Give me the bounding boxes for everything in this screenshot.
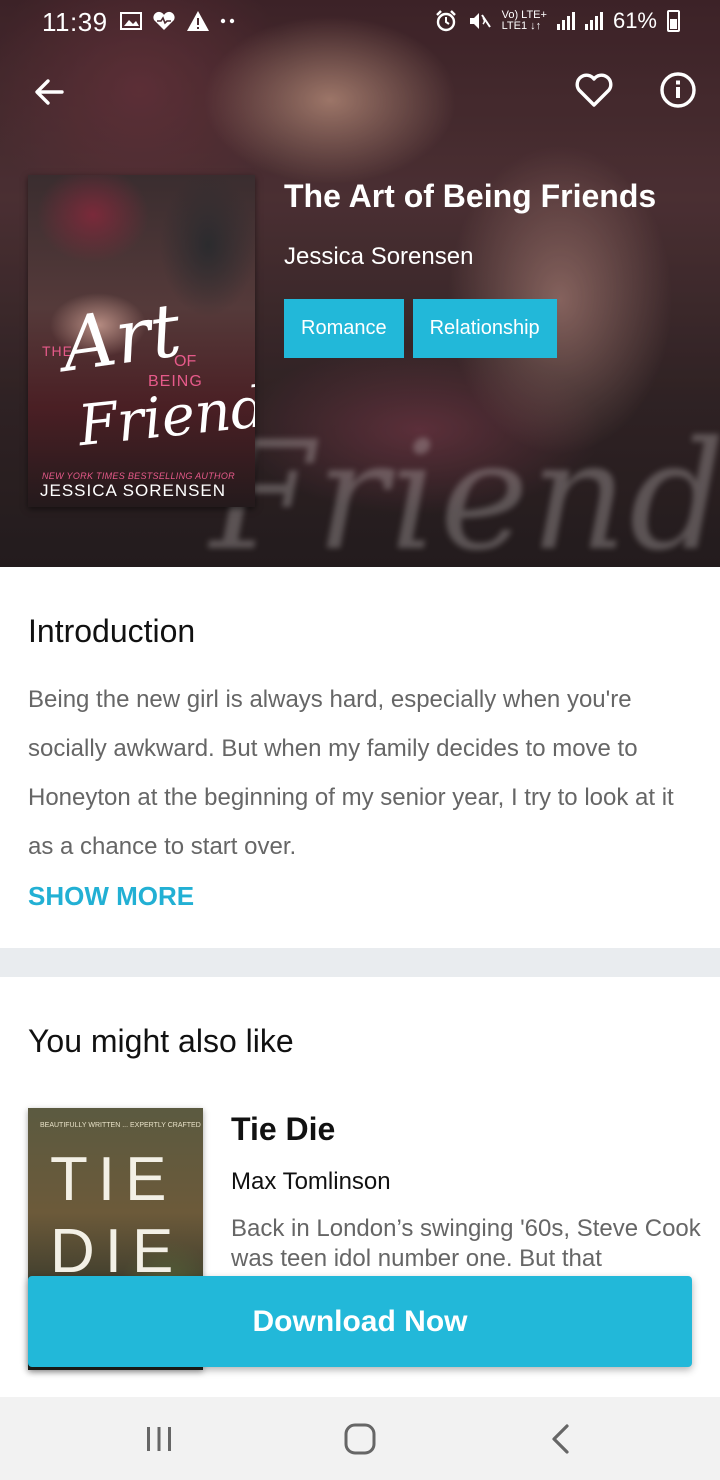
warning-icon xyxy=(187,11,209,31)
system-nav-bar xyxy=(0,1397,720,1480)
signal-strength-2-icon xyxy=(584,12,603,30)
cover-of: OF xyxy=(174,353,197,370)
book-header: Friends 11:39 Vo) LTE+ LTE1 ↓↑ 61% xyxy=(0,0,720,567)
battery-icon xyxy=(667,10,680,32)
heart-icon[interactable] xyxy=(572,68,616,112)
info-icon[interactable] xyxy=(656,68,700,112)
back-arrow-icon[interactable] xyxy=(28,70,72,114)
recommended-book-author: Max Tomlinson xyxy=(231,1168,391,1195)
introduction-section: Introduction Being the new girl is alway… xyxy=(0,567,720,948)
status-time: 11:39 xyxy=(42,7,108,37)
mute-icon xyxy=(469,13,491,29)
cover-tagline: NEW YORK TIMES BESTSELLING AUTHOR xyxy=(42,471,235,481)
book-author[interactable]: Jessica Sorensen xyxy=(284,243,473,271)
status-indicators: Vo) LTE+ LTE1 ↓↑ 61% xyxy=(434,8,680,34)
download-now-button[interactable]: Download Now xyxy=(28,1276,692,1367)
battery-percent: 61% xyxy=(612,8,657,33)
introduction-heading: Introduction xyxy=(28,613,196,649)
rec-cover-title-line1: TIE xyxy=(50,1145,177,1214)
book-cover[interactable]: THE Art OF BEING Friends NEW YORK TIMES … xyxy=(28,175,255,507)
recommended-book-title[interactable]: Tie Die xyxy=(231,1111,335,1148)
tag-romance[interactable]: Romance xyxy=(284,299,404,358)
health-notification-icon xyxy=(153,11,175,30)
home-icon[interactable] xyxy=(340,1419,380,1459)
introduction-text: Being the new girl is always hard, espec… xyxy=(28,686,674,860)
show-more-button[interactable]: SHOW MORE xyxy=(28,881,194,912)
tag-relationship[interactable]: Relationship xyxy=(412,299,557,358)
notification-icons xyxy=(120,10,236,32)
signal-strength-1-icon xyxy=(556,12,575,30)
alarm-icon xyxy=(435,10,456,32)
book-title: The Art of Being Friends xyxy=(284,178,657,214)
genre-tags: Romance Relationship xyxy=(284,299,557,358)
recommended-book-description: Back in London’s swinging '60s, Steve Co… xyxy=(231,1215,701,1272)
more-notifications-icon xyxy=(220,18,235,24)
cover-friends: Friends xyxy=(75,371,255,460)
cover-author: JESSICA SORENSEN xyxy=(40,481,227,500)
recent-apps-icon[interactable] xyxy=(141,1421,177,1457)
network-type-bottom: LTE1 ↓↑ xyxy=(501,20,542,32)
recommendations-heading: You might also like xyxy=(28,1023,294,1059)
status-bar: 11:39 Vo) LTE+ LTE1 ↓↑ 61% xyxy=(0,0,720,46)
nav-back-icon[interactable] xyxy=(543,1419,579,1459)
section-divider xyxy=(0,948,720,977)
gallery-notification-icon xyxy=(120,12,142,30)
network-type: Vo) LTE+ LTE1 ↓↑ xyxy=(502,10,547,32)
rec-cover-blurb: BEAUTIFULLY WRITTEN ... EXPERTLY CRAFTED xyxy=(40,1122,201,1129)
